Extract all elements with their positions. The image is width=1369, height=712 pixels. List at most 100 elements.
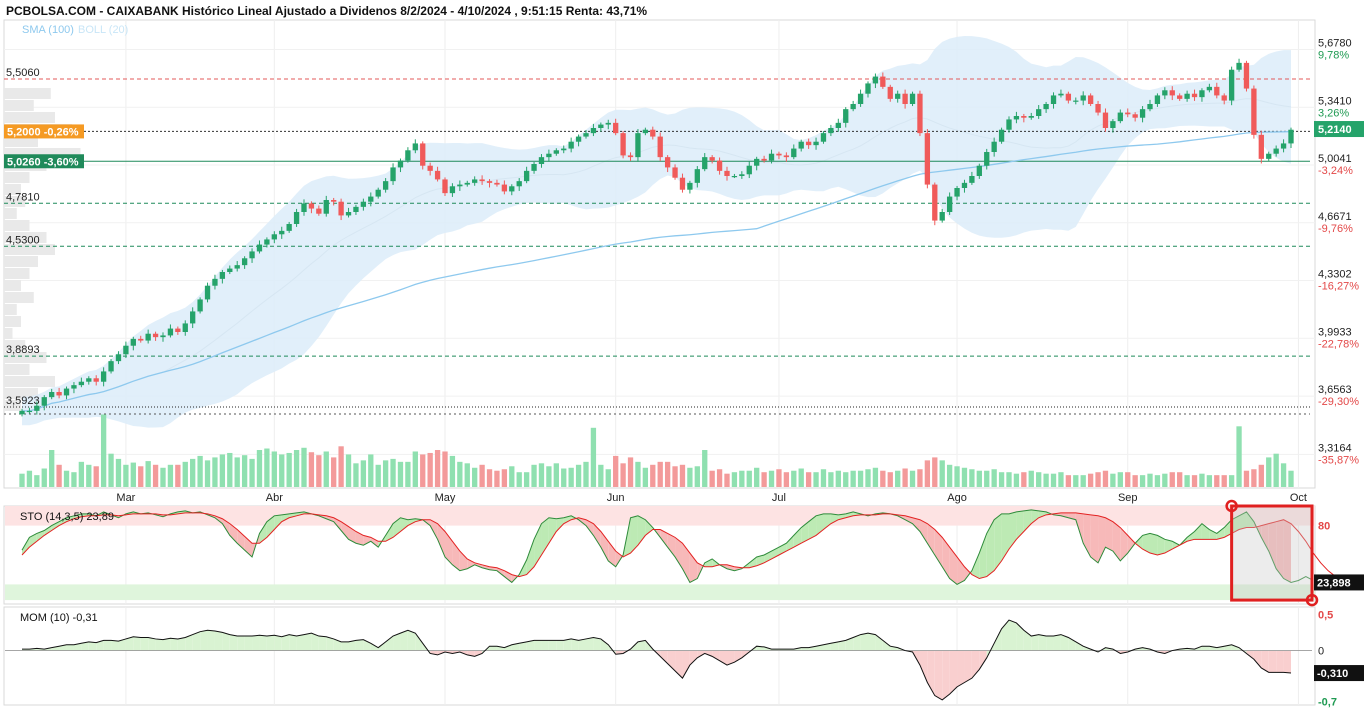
candle-body <box>293 212 300 224</box>
candle-body <box>805 141 812 146</box>
volume-bar <box>49 450 55 487</box>
volume-bar <box>939 460 945 487</box>
volume-bar <box>872 467 879 487</box>
volume-bar <box>212 457 218 487</box>
mom-fill-segment <box>489 646 497 651</box>
mom-fill-segment <box>1283 650 1291 674</box>
volume-bar <box>1147 473 1153 487</box>
volume-bar <box>1095 472 1101 487</box>
mom-fill-segment <box>170 638 178 651</box>
volume-bar <box>19 473 25 487</box>
candle-body <box>909 93 916 104</box>
candle-body <box>991 141 997 152</box>
volume-bar <box>175 464 181 487</box>
boll-legend[interactable]: BOLL (20) <box>78 24 128 36</box>
volume-bar <box>1280 463 1287 487</box>
mom-fill-segment <box>296 634 304 651</box>
candle-body <box>1236 62 1242 70</box>
volume-bar <box>768 470 775 487</box>
candle-body <box>835 122 841 128</box>
volume-bar <box>234 457 240 487</box>
mom-fill-segment <box>860 633 868 651</box>
candle-body <box>86 378 92 382</box>
candle-body <box>1169 90 1175 96</box>
volume-bar <box>1043 473 1049 487</box>
volume-bar <box>457 461 463 487</box>
mom-fill-segment <box>148 637 156 651</box>
candle-body <box>843 109 849 123</box>
candle-body <box>138 338 144 341</box>
level-label: 5,5060 <box>6 67 40 79</box>
candle-body <box>561 148 567 151</box>
mom-fill-segment <box>1201 646 1210 651</box>
volume-bar <box>1288 470 1294 487</box>
volume-bar <box>227 452 233 487</box>
volume-profile-bar <box>4 292 34 303</box>
volume-bar <box>427 452 433 487</box>
mom-fill-segment <box>1009 620 1017 651</box>
candle-body <box>93 378 99 382</box>
level-label: 4,5300 <box>6 234 40 246</box>
volume-bar <box>167 464 174 487</box>
mom-fill-segment <box>548 640 557 651</box>
volume-bar <box>1050 473 1057 487</box>
level-label: 5,0260 -3,60% <box>7 156 79 168</box>
candle-body <box>1013 116 1020 120</box>
mom-fill-segment <box>304 633 312 651</box>
candle-body <box>1177 95 1183 99</box>
candle-body <box>976 165 982 176</box>
candle-body <box>642 129 649 134</box>
volume-bar <box>538 463 545 487</box>
volume-bar <box>687 467 693 487</box>
candle-body <box>397 160 404 168</box>
volume-bar <box>1073 475 1079 487</box>
candle-body <box>627 155 634 158</box>
volume-bar <box>375 464 381 487</box>
volume-bar <box>605 469 611 487</box>
volume-bar <box>998 472 1005 487</box>
candle-body <box>1065 93 1072 101</box>
candle-body <box>316 208 322 214</box>
volume-bar <box>1132 475 1138 487</box>
month-label-jun: Jun <box>607 492 625 504</box>
candle-body <box>63 388 70 396</box>
candle-body <box>34 405 40 411</box>
volume-bar <box>531 464 537 487</box>
volume-bar <box>152 464 159 487</box>
mom-tick-label: 0,5 <box>1318 609 1333 621</box>
candle-body <box>946 196 953 212</box>
candle-body <box>331 200 337 202</box>
volume-bar <box>219 454 226 487</box>
candle-body <box>969 176 975 183</box>
volume-bar <box>880 470 886 487</box>
sma-legend[interactable]: SMA (100) <box>22 24 74 36</box>
candle-body <box>279 230 285 235</box>
volume-bar <box>1110 473 1116 487</box>
volume-bar <box>1102 470 1109 487</box>
volume-bar <box>63 470 70 487</box>
candle-body <box>1132 114 1138 118</box>
candle-body <box>1206 86 1213 91</box>
candle-body <box>761 158 767 161</box>
mom-current-label: -0,310 <box>1317 668 1348 680</box>
candle-body <box>190 311 196 324</box>
volume-bar <box>546 466 552 487</box>
volume-bar <box>412 451 418 487</box>
volume-bar <box>360 460 367 487</box>
mom-fill-segment <box>244 636 253 651</box>
volume-bar <box>279 454 285 487</box>
candle-body <box>1110 121 1116 128</box>
volume-bar <box>865 469 871 487</box>
volume-bar <box>501 469 508 487</box>
volume-bar <box>783 472 790 487</box>
candle-body <box>1021 116 1027 118</box>
price-tick-label: 3,9933 <box>1318 326 1352 338</box>
candle-body <box>241 258 248 266</box>
candle-body <box>605 122 611 125</box>
month-label-mar: Mar <box>116 492 135 504</box>
mom-fill-segment <box>266 635 275 651</box>
mom-fill-segment <box>942 650 950 700</box>
sto-fill-segment <box>1150 533 1158 555</box>
volume-bar <box>1228 475 1235 487</box>
volume-bar <box>575 464 582 487</box>
